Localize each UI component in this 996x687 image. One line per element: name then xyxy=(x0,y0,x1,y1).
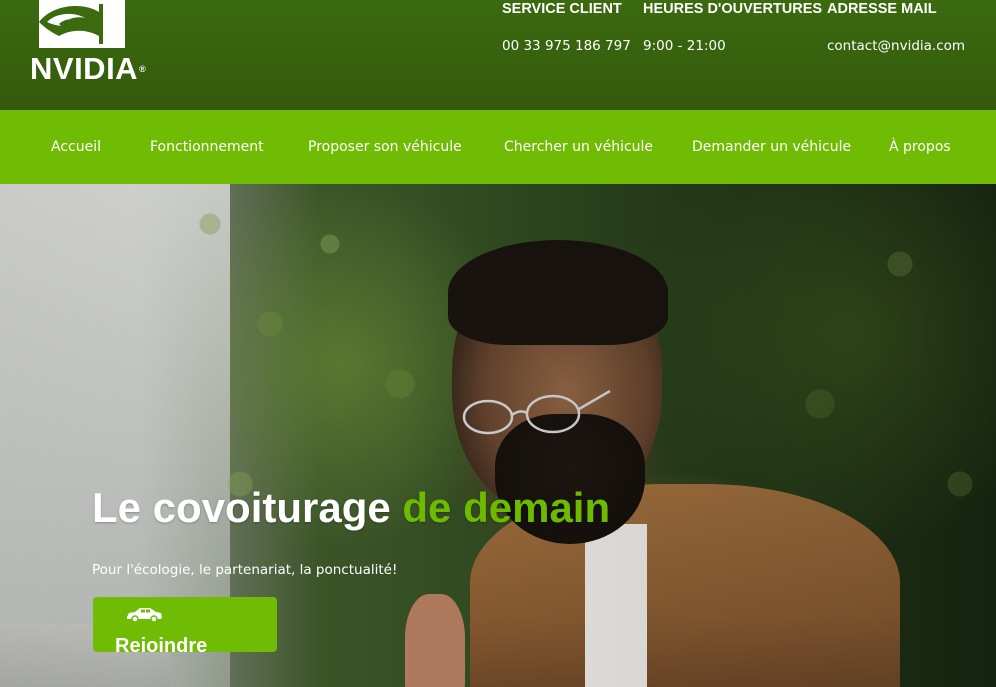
hero-title-accent: de demain xyxy=(402,484,611,531)
opening-hours-heading: HEURES D'OUVERTURES xyxy=(643,1,823,17)
hero-title-main: Le covoiturage xyxy=(92,484,403,531)
nav-item-a-propos[interactable]: À propos xyxy=(889,110,951,184)
email-address-link[interactable]: contact@nvidia.com xyxy=(827,38,965,55)
brand-logo[interactable]: NVIDIA® xyxy=(30,0,160,86)
nav-item-chercher-vehicule[interactable]: Chercher un véhicule xyxy=(504,110,653,184)
top-header: NVIDIA® SERVICE CLIENT 00 33 975 186 797… xyxy=(0,0,996,110)
email-info: ADRESSE MAIL contact@nvidia.com xyxy=(827,0,965,55)
nav-item-accueil[interactable]: Accueil xyxy=(51,110,101,184)
main-nav: Accueil Fonctionnement Proposer son véhi… xyxy=(0,110,996,184)
opening-hours-value: 9:00 - 21:00 xyxy=(643,38,726,54)
customer-service-phone[interactable]: 00 33 975 186 797 xyxy=(502,38,631,55)
join-button-label: Rejoindre xyxy=(115,635,208,652)
email-heading: ADRESSE MAIL xyxy=(827,1,937,17)
nvidia-eye-logo-icon xyxy=(39,0,125,48)
brand-wordmark: NVIDIA® xyxy=(30,51,147,86)
opening-hours-info: HEURES D'OUVERTURES 9:00 - 21:00 xyxy=(643,0,822,55)
hero-title: Le covoiturage de demain xyxy=(92,484,610,532)
nav-item-demander-vehicule[interactable]: Demander un véhicule xyxy=(692,110,851,184)
car-icon xyxy=(127,608,162,622)
customer-service-info: SERVICE CLIENT 00 33 975 186 797 xyxy=(502,0,631,55)
hero-section: Le covoiturage de demain Pour l'écologie… xyxy=(0,184,996,687)
join-button[interactable]: Rejoindre xyxy=(93,597,277,652)
nav-item-fonctionnement[interactable]: Fonctionnement xyxy=(150,110,264,184)
registered-mark: ® xyxy=(139,64,147,74)
nav-item-proposer-vehicule[interactable]: Proposer son véhicule xyxy=(308,110,462,184)
hero-subtitle: Pour l'écologie, le partenariat, la ponc… xyxy=(92,562,398,578)
customer-service-heading: SERVICE CLIENT xyxy=(502,1,622,17)
